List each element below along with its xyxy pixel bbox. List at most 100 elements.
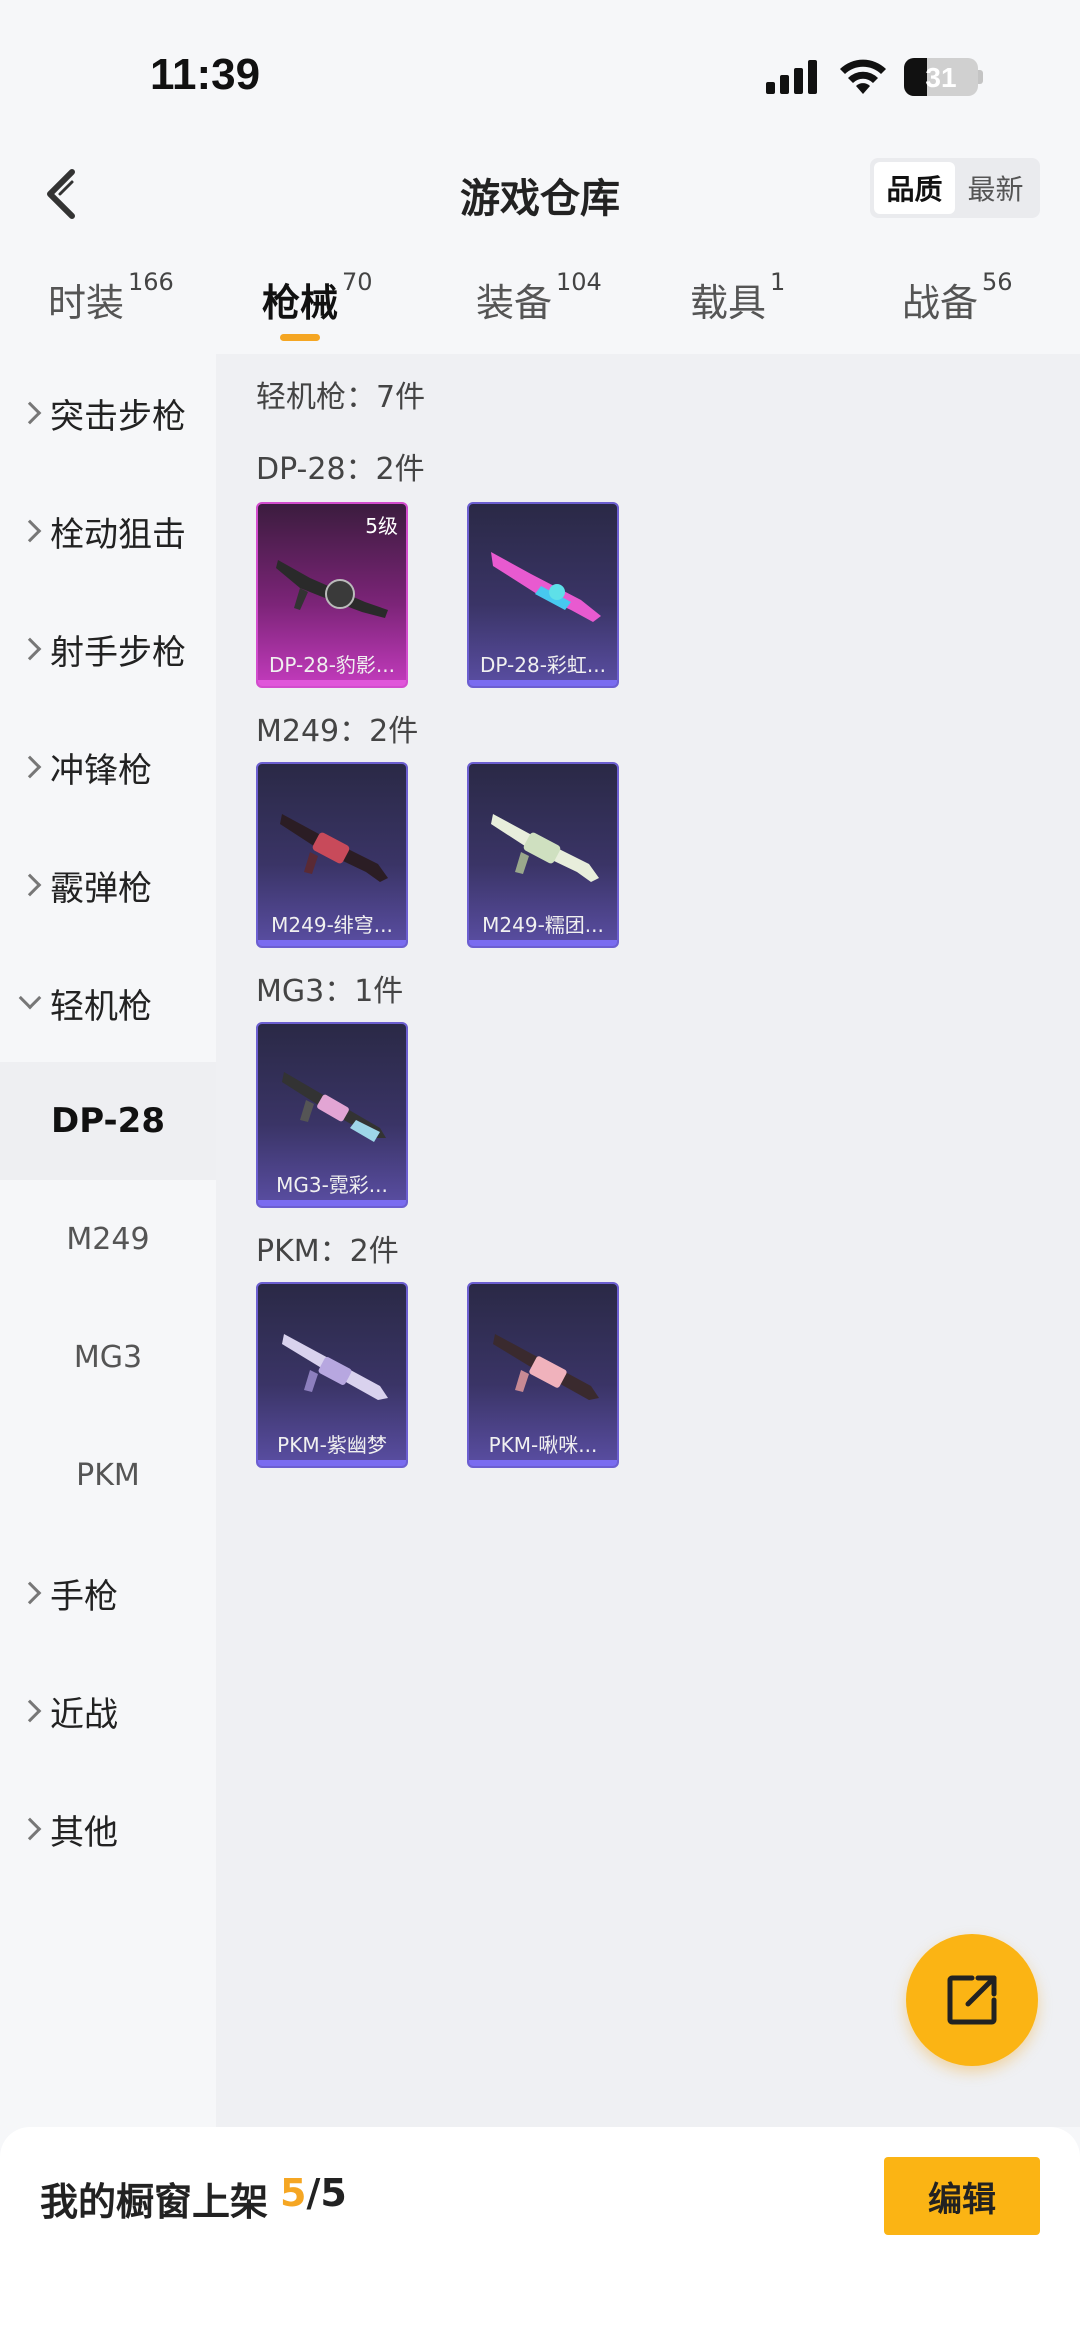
- item-card[interactable]: PKM-紫幽梦: [256, 1282, 408, 1468]
- rarity-bar: [469, 940, 617, 946]
- sidebar-item-melee[interactable]: 近战: [0, 1652, 216, 1770]
- sidebar-item-label: 冲锋枪: [50, 750, 152, 791]
- rarity-bar: [258, 1200, 406, 1206]
- chevron-right-icon: [18, 755, 42, 779]
- tab-vehicles[interactable]: 载具 1: [690, 268, 785, 327]
- chevron-right-icon: [18, 873, 42, 897]
- sidebar-item-label: 栓动狙击: [50, 514, 186, 555]
- sidebar-sub-dp28[interactable]: DP-28: [0, 1062, 216, 1180]
- m249-skin-image: [280, 814, 388, 882]
- item-name: DP-28-豹影...: [269, 653, 395, 677]
- battery-level: 31: [925, 62, 957, 93]
- battery-icon: 31: [904, 58, 978, 96]
- header: 游戏仓库 品质 最新: [0, 140, 1080, 250]
- share-external-icon: [947, 1975, 997, 2025]
- tab-count: 56: [982, 268, 1013, 296]
- chevron-right-icon: [18, 1581, 42, 1605]
- sidebar-item-label: 手枪: [50, 1576, 118, 1617]
- wifi-icon: [840, 59, 886, 94]
- sidebar-item-other[interactable]: 其他: [0, 1770, 216, 1888]
- item-card[interactable]: PKM-啾咪...: [467, 1282, 619, 1468]
- item-grid-panel: 轻机枪：7件 DP-28：2件 5级 DP-28-豹影... DP-28-彩虹.…: [216, 354, 1080, 2127]
- group-title: M249：2件: [256, 714, 419, 749]
- sort-newest-button[interactable]: 最新: [955, 162, 1036, 214]
- chevron-right-icon: [18, 1699, 42, 1723]
- sidebar-item-label: 射手步枪: [50, 632, 186, 673]
- sidebar-item-smg[interactable]: 冲锋枪: [0, 708, 216, 826]
- sidebar-item-label: 突击步枪: [50, 396, 186, 437]
- group-title: DP-28：2件: [256, 452, 425, 487]
- tab-equipment[interactable]: 装备 104: [476, 268, 602, 327]
- rarity-bar: [469, 680, 617, 686]
- status-bar: 11:39 31: [0, 0, 1080, 140]
- item-name: M249-绯穹...: [271, 913, 393, 937]
- chevron-right-icon: [18, 401, 42, 425]
- rarity-bar: [258, 940, 406, 946]
- category-header: 轻机枪：7件: [256, 380, 426, 415]
- item-name: MG3-霓彩...: [276, 1173, 388, 1197]
- rarity-bar: [469, 1460, 617, 1466]
- tab-label: 时装: [48, 281, 125, 325]
- sort-quality-button[interactable]: 品质: [874, 162, 955, 214]
- sidebar-item-lmg[interactable]: 轻机枪: [0, 944, 216, 1062]
- item-card[interactable]: M249-糯团...: [467, 762, 619, 948]
- group-title: PKM：2件: [256, 1234, 399, 1269]
- tab-label: 载具: [690, 281, 767, 325]
- sidebar-item-label: 近战: [50, 1694, 118, 1735]
- showcase-count-current: 5: [280, 2171, 307, 2215]
- sidebar-sub-m249[interactable]: M249: [0, 1180, 216, 1298]
- dp28-skin-image: [276, 560, 388, 618]
- item-name: PKM-紫幽梦: [277, 1433, 387, 1457]
- bottom-bar: 我的橱窗上架 5/5 编辑: [0, 2127, 1080, 2347]
- sidebar-sub-mg3[interactable]: MG3: [0, 1298, 216, 1416]
- tab-count: 166: [128, 268, 174, 296]
- chevron-right-icon: [18, 637, 42, 661]
- sidebar: 突击步枪 栓动狙击 射手步枪 冲锋枪 霰弹枪 轻机枪 DP-28 M249 MG…: [0, 354, 216, 2127]
- sidebar-item-assault-rifle[interactable]: 突击步枪: [0, 354, 216, 472]
- sidebar-item-pistol[interactable]: 手枪: [0, 1534, 216, 1652]
- sidebar-item-label: 霰弹枪: [50, 868, 152, 909]
- group-title: MG3：1件: [256, 974, 404, 1009]
- chevron-right-icon: [18, 1817, 42, 1841]
- tab-count: 1: [770, 268, 786, 296]
- tab-fashion[interactable]: 时装 166: [48, 268, 174, 327]
- sidebar-item-label: 其他: [50, 1812, 118, 1853]
- tab-label: 枪械: [262, 281, 339, 325]
- status-time: 11:39: [150, 50, 261, 99]
- battery-tip: [978, 70, 983, 84]
- sort-toggle: 品质 最新: [870, 158, 1040, 218]
- tab-label: 战备: [902, 281, 979, 325]
- sidebar-item-shotgun[interactable]: 霰弹枪: [0, 826, 216, 944]
- chevron-right-icon: [18, 519, 42, 543]
- mg3-skin-image: [282, 1072, 386, 1142]
- tab-weapons[interactable]: 枪械 70: [262, 268, 373, 327]
- sidebar-item-bolt-sniper[interactable]: 栓动狙击: [0, 472, 216, 590]
- item-name: PKM-啾咪...: [488, 1433, 598, 1457]
- showcase-count: 5/5: [280, 2171, 347, 2215]
- tab-supplies[interactable]: 战备 56: [902, 268, 1013, 327]
- item-name: M249-糯团...: [482, 913, 604, 937]
- item-card[interactable]: MG3-霓彩...: [256, 1022, 408, 1208]
- rarity-bar: [258, 1460, 406, 1466]
- dp28-rainbow-skin-image: [491, 552, 601, 622]
- item-card[interactable]: M249-绯穹...: [256, 762, 408, 948]
- sidebar-sub-pkm[interactable]: PKM: [0, 1416, 216, 1534]
- sidebar-item-marksman-rifle[interactable]: 射手步枪: [0, 590, 216, 708]
- m249-cream-skin-image: [491, 814, 599, 882]
- pkm-pink-skin-image: [493, 1334, 599, 1400]
- item-card[interactable]: 5级 DP-28-豹影...: [256, 502, 408, 688]
- edit-button[interactable]: 编辑: [884, 2157, 1040, 2235]
- showcase-count-total: /5: [306, 2171, 347, 2215]
- rarity-bar: [258, 680, 406, 686]
- sidebar-item-label: 轻机枪: [50, 986, 152, 1027]
- category-tabs: 时装 166 枪械 70 装备 104 载具 1 战备 56: [0, 262, 1080, 354]
- item-name: DP-28-彩虹...: [480, 653, 606, 677]
- active-tab-indicator: [280, 334, 320, 341]
- showcase-label: 我的橱窗上架: [40, 2180, 269, 2224]
- share-button[interactable]: [906, 1934, 1038, 2066]
- tab-count: 70: [342, 268, 373, 296]
- cellular-signal-icon: [766, 60, 817, 94]
- tab-count: 104: [556, 268, 602, 296]
- tab-label: 装备: [476, 281, 553, 325]
- item-card[interactable]: DP-28-彩虹...: [467, 502, 619, 688]
